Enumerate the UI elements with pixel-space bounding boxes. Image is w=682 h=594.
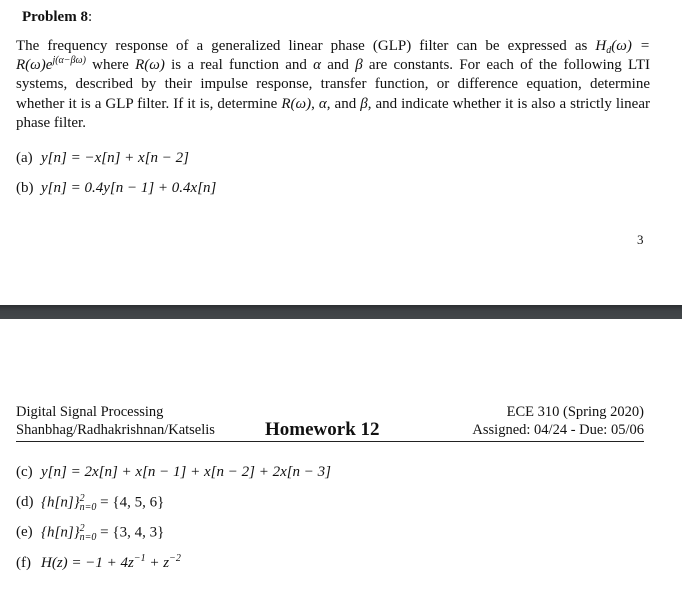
math-omega-arg: (ω) [144,57,165,74]
header-rule [16,441,644,442]
problem-item-e: (e) {h[n]} 2 n=0 = {3, 4, 3} [16,524,165,543]
math-H: H [595,38,607,54]
course-name: Digital Signal Processing [16,404,164,420]
math-sup: −1 [133,553,146,564]
item-equation: y[n] = −x[n] + x[n − 2] [41,150,189,166]
problem-title: Problem 8: [22,9,92,26]
document-page-top: Problem 8: The frequency response of a g… [0,0,682,305]
item-equation-rhs: = {4, 5, 6} [96,494,165,511]
header-left: Digital Signal Processing Shanbhag/Radha… [16,403,215,439]
item-label: (b) [16,180,34,196]
math-exponent: j(α−βω) [52,55,86,67]
math-R: R [281,95,291,112]
item-label: (a) [16,150,33,166]
problem-item-a: (a) y[n] = −x[n] + x[n − 2] [16,150,189,167]
assignment-dates: Assigned: 04/24 - Due: 05/06 [472,422,644,438]
math-omega-arg: (ω) [290,95,312,112]
page-separator [0,305,682,319]
item-equation: y[n] = 2x[n] + x[n − 1] + x[n − 2] + 2x[… [41,464,332,480]
problem-item-c: (c) y[n] = 2x[n] + x[n − 1] + x[n − 2] + … [16,464,331,481]
problem-item-b: (b) y[n] = 0.4y[n − 1] + 0.4x[n] [16,180,216,197]
math-sub: n=0 [79,502,97,513]
course-code: ECE 310 (Spring 2020) [506,404,644,420]
item-label: (d) [16,494,34,511]
page-number: 3 [637,232,644,247]
intro-text: where [85,57,136,74]
math-sub: n=0 [79,532,97,543]
instructors: Shanbhag/Radhakrishnan/Katselis [16,422,215,438]
item-equation-lhs: {h[n]} [41,494,80,511]
intro-text: , and [326,95,361,112]
math-sup: −2 [169,553,181,564]
problem-item-d: (d) {h[n]} 2 n=0 = {4, 5, 6} [16,494,165,513]
intro-text: and [321,57,356,74]
homework-title: Homework 12 [265,419,380,440]
item-equation-lhs: {h[n]} [41,524,80,541]
item-label: (f) [16,555,31,571]
math-R: R [16,57,26,74]
item-equation: H(z) = −1 + 4z [41,555,134,571]
math-alpha: α [313,57,322,74]
header-right: ECE 310 (Spring 2020) Assigned: 04/24 - … [472,403,644,439]
item-equation: + z [145,555,170,571]
problem-intro-paragraph: The frequency response of a generalized … [16,37,650,133]
intro-text: The frequency response of a generalized … [16,38,596,54]
intro-text: , [311,95,319,112]
item-equation-rhs: = {3, 4, 3} [96,524,165,541]
math-R: R [135,57,145,74]
intro-text: is a real function and [164,57,314,74]
math-beta: β [355,57,363,74]
problem-title-colon: : [87,9,93,25]
problem-item-f: (f) H(z) = −1 + 4z−1 + z−2 [16,553,181,572]
item-label: (e) [16,524,33,541]
math-alpha: α [318,95,327,112]
problem-title-text: Problem 8 [22,9,88,25]
math-beta: β [360,95,368,112]
math-omega-arg: (ω) = [611,38,651,54]
document-page-bottom [0,319,682,594]
item-equation: y[n] = 0.4y[n − 1] + 0.4x[n] [41,180,217,196]
item-label: (c) [16,464,33,480]
math-omega-arg: (ω) [25,57,46,74]
